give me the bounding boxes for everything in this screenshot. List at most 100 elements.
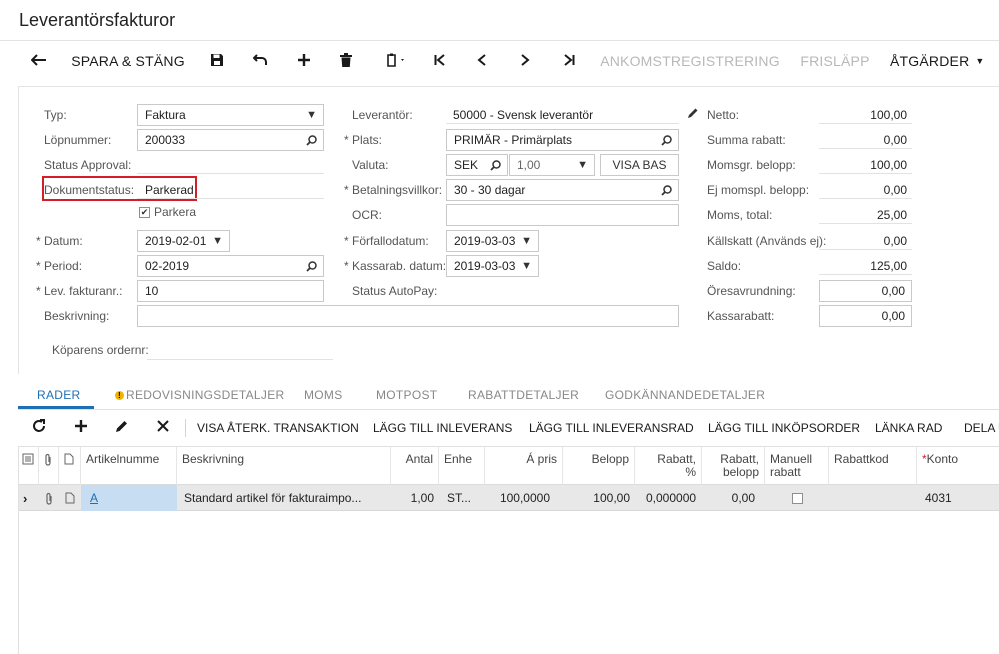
tab-accounting-details[interactable]: ! REDOVISNINGSDETALJER — [115, 388, 284, 402]
first-record-icon — [434, 53, 446, 69]
location-input[interactable]: PRIMÄR - Primärplats — [446, 129, 679, 151]
caret-down-icon[interactable]: ▼ — [521, 231, 532, 251]
refresh-button[interactable] — [28, 412, 50, 444]
cell-quantity[interactable]: 1,00 — [391, 485, 439, 511]
column-header-discount-pct[interactable]: Rabatt, % — [635, 447, 702, 485]
delete-button[interactable] — [334, 44, 358, 78]
cell-amount[interactable]: 100,00 — [563, 485, 635, 511]
vendor-invoice-input[interactable]: 10 — [137, 280, 324, 302]
row-selector-header[interactable] — [19, 447, 39, 485]
cash-discount-date-input[interactable]: 2019-03-03 ▼ — [446, 255, 539, 277]
tab-discount-details[interactable]: RABATTDETALJER — [468, 388, 579, 402]
view-base-button[interactable]: VISA BAS — [600, 154, 679, 176]
toolbar-separator — [185, 419, 186, 437]
currency-value: SEK — [454, 158, 479, 172]
actions-menu[interactable]: ÅTGÄRDER ▼ — [890, 44, 999, 78]
next-record-button[interactable] — [513, 44, 537, 78]
tab-lines[interactable]: RADER — [37, 388, 81, 402]
tab-counterparty[interactable]: MOTPOST — [376, 388, 437, 402]
copy-paste-menu[interactable] — [378, 44, 414, 78]
search-icon[interactable] — [661, 180, 672, 200]
currency-input[interactable]: SEK — [446, 154, 508, 176]
column-header-description[interactable]: Beskrivning — [177, 447, 391, 485]
vendor-value[interactable]: 50000 - Svensk leverantör — [453, 108, 593, 122]
rounding-input[interactable]: 0,00 — [819, 280, 912, 302]
cell-manual-discount[interactable] — [765, 485, 829, 511]
cell-discount-pct[interactable]: 0,000000 — [641, 485, 708, 511]
column-header-manual-discount[interactable]: Manuell rabatt — [765, 447, 829, 485]
tab-tax[interactable]: MOMS — [304, 388, 343, 402]
currency-label: Valuta: — [352, 158, 389, 172]
caret-down-icon[interactable]: ▼ — [212, 231, 223, 251]
receipt-registration-button[interactable]: ANKOMSTREGISTRERING — [598, 44, 782, 78]
delete-row-button[interactable] — [152, 412, 174, 444]
column-header-quantity[interactable]: Antal — [391, 447, 439, 485]
cell-discount-amount[interactable]: 0,00 — [702, 485, 760, 511]
pencil-icon[interactable] — [687, 107, 699, 122]
save-button[interactable] — [205, 44, 229, 78]
document-header — [59, 447, 81, 485]
cash-discount-date-label: Kassarab. datum: — [344, 259, 446, 273]
cell-unit-price[interactable]: 100,0000 — [485, 485, 555, 511]
column-header-unit[interactable]: Enhe — [439, 447, 485, 485]
cell-discount-code[interactable] — [829, 485, 917, 511]
add-receipt-button[interactable]: LÄGG TILL INLEVERANS — [373, 412, 512, 444]
tax-total-underline — [819, 223, 912, 224]
undo-button[interactable] — [248, 44, 272, 78]
column-header-discount-amount[interactable]: Rabatt, belopp — [702, 447, 765, 485]
cash-discount-input[interactable]: 0,00 — [819, 305, 912, 327]
type-select[interactable]: Faktura ▼ — [137, 104, 324, 126]
add-purchase-order-button[interactable]: LÄGG TILL INKÖPSORDER — [708, 412, 860, 444]
previous-record-button[interactable] — [470, 44, 494, 78]
currency-rate-select[interactable]: 1,00 ▼ — [509, 154, 595, 176]
column-header-account[interactable]: *Konto — [917, 447, 999, 485]
table-row[interactable]: › A Standard artikel för fakturaimpo... … — [19, 485, 999, 511]
ocr-input[interactable] — [446, 204, 679, 226]
withholding-value: 0,00 — [883, 234, 907, 248]
search-icon[interactable] — [490, 155, 501, 175]
buyer-order-input[interactable] — [147, 359, 333, 360]
edit-row-button[interactable] — [111, 412, 133, 444]
paperclip-icon[interactable] — [39, 485, 59, 511]
period-input[interactable]: 02-2019 — [137, 255, 324, 277]
search-icon[interactable] — [306, 256, 317, 276]
due-date-input[interactable]: 2019-03-03 ▼ — [446, 230, 539, 252]
view-transaction-button[interactable]: VISA ÅTERK. TRANSAKTION — [197, 412, 359, 444]
document-icon[interactable] — [59, 485, 81, 511]
date-input[interactable]: 2019-02-01 ▼ — [137, 230, 230, 252]
save-close-button[interactable]: SPARA & STÄNG — [68, 44, 188, 78]
ref-number-input[interactable]: 200033 — [137, 129, 324, 151]
caret-down-icon[interactable]: ▼ — [521, 256, 532, 276]
park-checkbox[interactable]: ✔ — [139, 207, 150, 218]
column-header-unit-price[interactable]: Á pris — [485, 447, 563, 485]
add-button[interactable] — [292, 44, 316, 78]
search-icon[interactable] — [306, 130, 317, 150]
manual-discount-checkbox[interactable] — [791, 492, 803, 504]
plus-icon — [74, 419, 88, 438]
cell-description[interactable]: Standard artikel för fakturaimpo... — [177, 485, 391, 511]
type-value: Faktura — [145, 108, 186, 122]
terms-input[interactable]: 30 - 30 dagar — [446, 179, 679, 201]
split-button[interactable]: DELA U — [964, 412, 999, 444]
item-link[interactable]: A — [90, 491, 98, 505]
release-button[interactable]: FRISLÄPP — [797, 44, 873, 78]
add-row-button[interactable] — [70, 412, 92, 444]
column-header-amount[interactable]: Belopp — [563, 447, 635, 485]
plus-icon — [297, 53, 311, 70]
cell-unit[interactable]: ST... — [439, 485, 485, 511]
back-button[interactable] — [26, 44, 52, 78]
first-record-button[interactable] — [428, 44, 452, 78]
last-record-button[interactable] — [557, 44, 581, 78]
link-line-button[interactable]: LÄNKA RAD — [875, 412, 942, 444]
search-icon[interactable] — [661, 130, 672, 150]
add-receipt-line-button[interactable]: LÄGG TILL INLEVERANSRAD — [529, 412, 694, 444]
cell-account[interactable]: 4031 — [917, 485, 999, 511]
column-header-discount-code[interactable]: Rabattkod — [829, 447, 917, 485]
ref-number-value: 200033 — [145, 133, 186, 147]
cell-item[interactable]: A — [81, 485, 177, 511]
discount-total-underline — [819, 148, 912, 149]
exempt-amount-value: 0,00 — [883, 183, 907, 197]
description-input[interactable] — [137, 305, 679, 327]
column-header-item[interactable]: Artikelnumme — [81, 447, 177, 485]
tab-approval-details[interactable]: GODKÄNNANDEDETALJER — [605, 388, 765, 402]
